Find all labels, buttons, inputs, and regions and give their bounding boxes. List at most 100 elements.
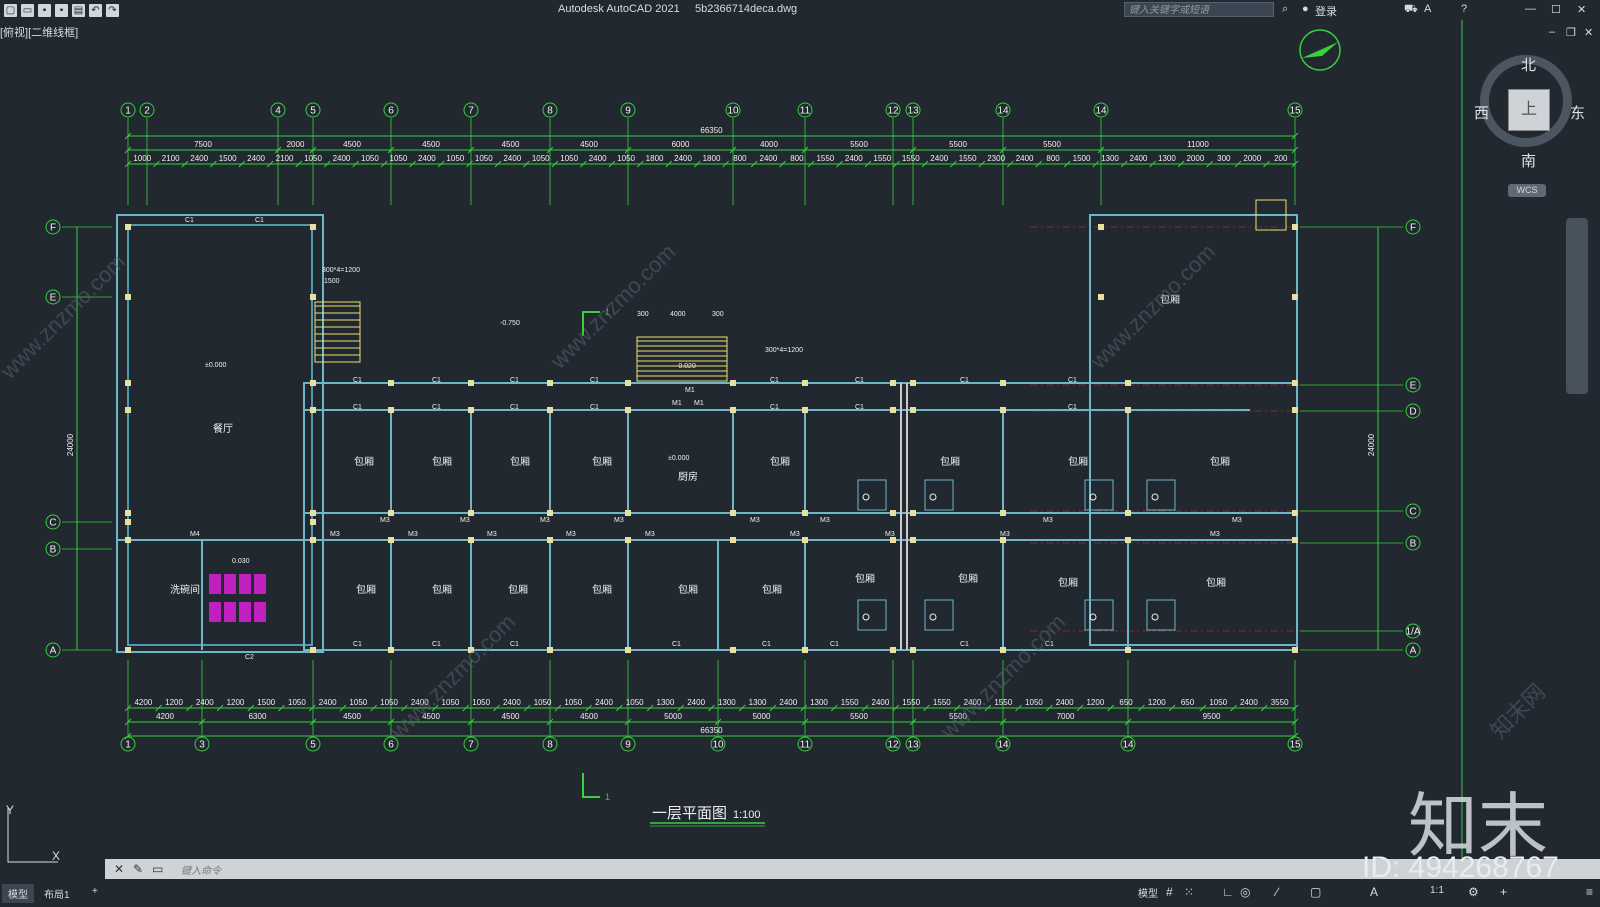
column [1292,294,1298,300]
misc-label: 300*4=1200 [765,347,803,354]
wcs-menu[interactable]: WCS [1508,184,1546,197]
column [310,519,316,525]
dim-bottom-detail-text: 1050 [380,698,398,707]
status-bar [0,883,1600,907]
wc-fixture [1151,613,1159,621]
navigation-bar[interactable] [1566,218,1588,394]
osnap-icon[interactable]: ▢ [1310,885,1321,899]
drawing-canvas[interactable]: 663507500 2000 4500 4500 4500 4500 6000 4000 550… [0,0,1600,907]
dim-top-major-text: 4500 [343,140,361,149]
tab-model[interactable]: 模型 [2,884,34,903]
dim-top-detail-text: 2400 [247,154,265,163]
viewcube-south[interactable]: 南 [1521,150,1536,171]
polar-icon[interactable]: ◎ [1240,885,1250,899]
column [310,224,316,230]
column [625,647,631,653]
dim-bottom-major-text: 4500 [580,712,598,721]
column [547,510,553,516]
command-close-icon[interactable]: ✕ [114,862,124,876]
wc-fixture [1151,493,1159,501]
column [468,510,474,516]
column [910,380,916,386]
column [547,537,553,543]
window-tag: C1 [353,377,362,384]
door-tag: M3 [1232,517,1242,524]
window-tag: C1 [510,641,519,648]
dim-bottom-detail-text: 2400 [595,698,613,707]
dim-top-detail-text: 2000 [1243,154,1261,163]
drawing-title: 一层平面图 [652,804,727,822]
room-label: 包厢 [678,583,698,596]
annotation-icon[interactable]: A [1370,885,1378,899]
column [1098,224,1104,230]
dim-top-detail-text: 2000 [1186,154,1204,163]
axis-top-9: 11 [800,106,811,117]
axis-top-7: 9 [625,106,631,117]
dim-bottom-major-text: 4500 [502,712,520,721]
watermark-texts: www.znzmo.com www.znzmo.com www.znzmo.co… [0,239,1550,744]
dim-bottom-detail-text: 2400 [196,698,214,707]
add-layout-icon[interactable]: + [86,884,104,899]
misc-label: 300 [637,311,649,318]
room-label: 包厢 [508,583,528,596]
isodraft-icon[interactable]: ∕ [1276,885,1278,899]
command-history-icon[interactable]: ▭ [152,862,163,876]
section-mark-bottom-label: 1 [605,792,610,802]
column [730,510,736,516]
dim-bottom-detail-text: 1200 [165,698,183,707]
axis-bottom-13: 15 [1289,740,1301,751]
column [1125,537,1131,543]
column [1000,510,1006,516]
dim-bottom-detail-text: 650 [1119,698,1133,707]
ucs-x-label: X [52,849,60,863]
axis-bottom-4: 7 [468,740,474,751]
column [1292,537,1298,543]
dim-bottom-major-text: 6300 [249,712,267,721]
grid-icon[interactable]: # [1166,885,1173,899]
viewcube-west[interactable]: 西 [1474,102,1489,123]
axis-left-1: E [50,293,57,304]
dim-top-detail-text: 1500 [219,154,237,163]
dim-top-major-text: 11000 [1187,140,1209,149]
dim-top-detail-text: 2400 [930,154,948,163]
toilet-room [857,479,887,511]
axis-top-4: 6 [388,106,394,117]
dim-top-detail-text: 800 [733,154,747,163]
room-label: 包厢 [592,583,612,596]
menu-icon[interactable]: ≡ [1586,885,1593,899]
dim-bottom-major-text: 5000 [753,712,771,721]
wc-fixture [929,613,937,621]
wall-main-block [303,382,1298,651]
annotation-scale[interactable]: 1:1 [1430,885,1444,896]
window-tag: C2 [245,654,254,661]
add-icon[interactable]: + [1500,885,1507,899]
room-label: 包厢 [762,583,782,596]
settings-gear-icon[interactable]: ⚙ [1468,885,1479,899]
room-label: 包厢 [940,455,960,468]
viewcube-north[interactable]: 北 [1521,54,1536,75]
ortho-icon[interactable]: ∟ [1222,885,1234,899]
ucs-icon [7,808,58,863]
dim-bottom-detail-text: 1300 [749,698,767,707]
stair-entrance [636,336,728,382]
model-space-label[interactable]: 模型 [1138,885,1158,900]
viewcube-top-face[interactable]: 上 [1508,89,1550,131]
room-label: 包厢 [432,455,452,468]
column [910,407,916,413]
axis-right-5: 1/A [1405,627,1420,638]
dim-right-total: 24000 [1367,433,1376,456]
column [625,510,631,516]
axis-left-0: F [50,223,56,234]
dim-top-major-text: 5500 [850,140,868,149]
window-tag: C1 [353,641,362,648]
snap-icon[interactable]: ⁙ [1184,885,1194,899]
watermark-site-2: www.znzmo.com [545,239,680,374]
command-customize-icon[interactable]: ✎ [133,862,143,876]
tab-layout1[interactable]: 布局1 [38,884,76,903]
axis-bottom-5: 8 [547,740,553,751]
viewcube-east[interactable]: 东 [1570,102,1585,123]
window-tag: C1 [770,404,779,411]
command-input[interactable]: 键入命令 [181,862,221,877]
wc-fixture [929,493,937,501]
dim-bottom-detail-text: 1550 [933,698,951,707]
